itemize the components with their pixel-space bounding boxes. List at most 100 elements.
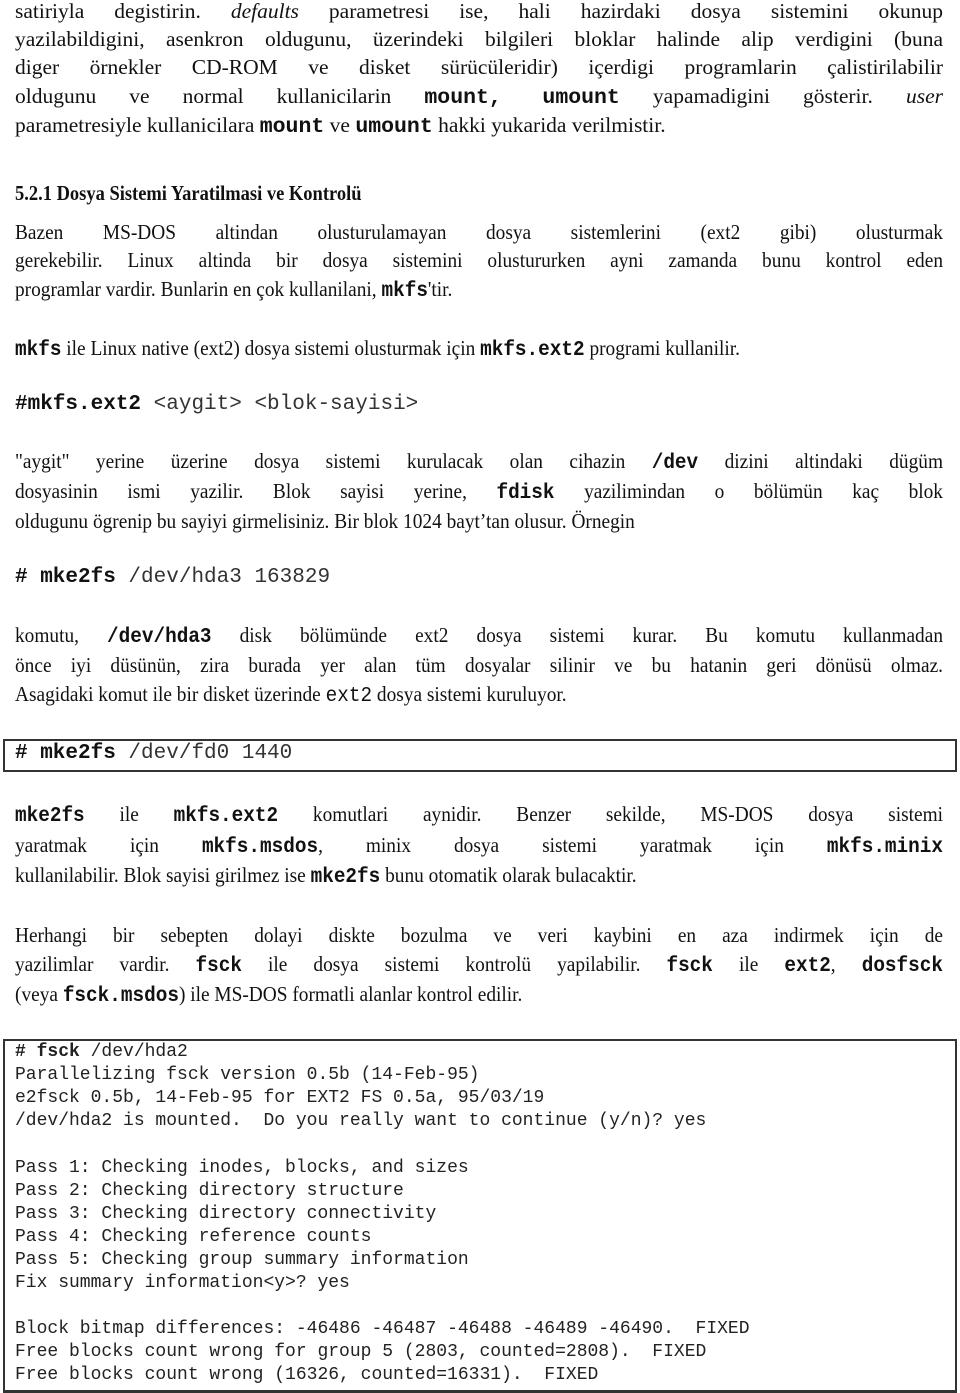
- code-text: mount: [259, 115, 325, 139]
- text-run: defaults: [230, 0, 299, 23]
- code-text: mkfs: [381, 279, 428, 303]
- text-run: Pass 3: Checking directory connectivity: [15, 1203, 437, 1224]
- text-run: hakki yukarida verilmistir.: [432, 113, 666, 137]
- code-text: mount, umount: [424, 86, 620, 110]
- code-text: fdisk: [496, 481, 555, 505]
- paragraph-line: Herhangi bir sebepten dolayi diskte bozu…: [15, 921, 943, 949]
- text-run: dosyasinin ismi yazilir. Blok sayisi yer…: [15, 479, 497, 503]
- text-run: /dev/hda2 is mounted. Do you really want…: [15, 1111, 707, 1132]
- paragraph-line: yazilabildigini, asenkron oldugunu, üzer…: [15, 25, 943, 53]
- text-run: Block bitmap differences: -46486 -46487 …: [15, 1319, 750, 1340]
- code-text: fsck.msdos: [62, 984, 179, 1008]
- code-text: mke2fs: [310, 865, 381, 889]
- text-run: ve: [324, 113, 356, 137]
- text-run: parametresiyle kullanicilara: [15, 113, 260, 137]
- command-line-line: # mke2fs /dev/fd0 1440: [15, 740, 292, 768]
- text-run: gerekebilir. Linux altinda bir dosya sis…: [15, 248, 943, 272]
- paragraph-line: (veya fsck.msdos) ile MS-DOS formatli al…: [15, 980, 943, 1010]
- terminal-line: Pass 5: Checking group summary informati…: [15, 1249, 469, 1272]
- text-run: bunu otomatik olarak bulacaktir.: [380, 863, 637, 887]
- text-run: # mke2fs: [15, 566, 116, 589]
- text-run: ile: [712, 952, 785, 976]
- terminal-line: Free blocks count wrong (16326, counted=…: [15, 1364, 598, 1387]
- terminal-line: Pass 3: Checking directory connectivity: [15, 1203, 436, 1226]
- paragraph-line: yazilimlar vardir. fsck ile dosya sistem…: [15, 950, 943, 980]
- terminal-line: Parallelizing fsck version 0.5b (14-Feb-…: [15, 1064, 479, 1087]
- text-run: yazilabildigini, asenkron oldugunu, üzer…: [15, 27, 943, 51]
- text-run: ile Linux native (ext2) dosya sistemi ol…: [61, 336, 481, 360]
- paragraph-line: Asagidaki komut ile bir disket üzerinde …: [15, 680, 943, 710]
- text-run: yapamadigini gösterir.: [619, 84, 906, 108]
- text-run: , minix dosya sistemi yaratmak için: [318, 833, 827, 857]
- text-run: Pass 5: Checking group summary informati…: [15, 1249, 469, 1270]
- paragraph-line: gerekebilir. Linux altinda bir dosya sis…: [15, 246, 943, 274]
- paragraph-line: oldugunu ve normal kullanicilarin mount,…: [15, 82, 943, 112]
- terminal-line: Block bitmap differences: -46486 -46487 …: [15, 1318, 750, 1341]
- paragraph-line: parametresiyle kullanicilara mount ve um…: [15, 111, 943, 141]
- text-run: (veya: [15, 982, 63, 1006]
- paragraph-line: komutu, /dev/hda3 disk bölümünde ext2 do…: [15, 621, 943, 651]
- paragraph-line: mke2fs ile mkfs.ext2 komutlari aynidir. …: [15, 800, 943, 830]
- text-run: programi kullanilir.: [584, 336, 740, 360]
- paragraph-line: önce iyi düsünün, zira burada yer alan t…: [15, 651, 943, 679]
- command-line-line: #mkfs.ext2 <aygit> <blok-sayisi>: [15, 391, 418, 419]
- paragraph-line: oldugunu ögrenip bu sayiyi girmelisiniz.…: [15, 507, 943, 535]
- text-run: ) ile MS-DOS formatli alanlar kontrol ed…: [178, 982, 523, 1006]
- text-run: ile dosya sistemi kontrolü yapilabilir.: [241, 952, 667, 976]
- code-text: dosfsck: [861, 954, 943, 978]
- paragraph-line: kullanilabilir. Blok sayisi girilmez ise…: [15, 861, 943, 891]
- text-run: yaratmak için: [15, 833, 202, 857]
- text-run: dizini altindaki dügüm: [698, 449, 943, 473]
- paragraph-line: dosyasinin ismi yazilir. Blok sayisi yer…: [15, 477, 943, 507]
- text-run: user: [905, 84, 943, 108]
- text-run: 'tir.: [427, 277, 453, 301]
- code-text: mkfs.ext2: [173, 804, 279, 828]
- text-run: yazilimlar vardir.: [15, 952, 196, 976]
- text-run: satiriyla degistirin.: [15, 0, 231, 23]
- code-text: ext2: [784, 954, 831, 978]
- code-text: fsck: [666, 954, 713, 978]
- code-text: mkfs.msdos: [201, 835, 319, 859]
- code-text: mkfs: [15, 338, 62, 362]
- code-text: fsck: [195, 954, 242, 978]
- text-run: diger örnekler CD-ROM ve disket sürücüle…: [15, 55, 943, 79]
- terminal-line: /dev/hda2 is mounted. Do you really want…: [15, 1110, 706, 1133]
- terminal-line: Pass 2: Checking directory structure: [15, 1180, 404, 1203]
- command-line-line: # mke2fs /dev/hda3 163829: [15, 564, 330, 592]
- text-run: Bazen MS-DOS altindan olusturulamayan do…: [15, 220, 943, 244]
- text-run: Fix summary information<y>? yes: [15, 1273, 350, 1293]
- text-run: oldugunu ögrenip bu sayiyi girmelisiniz.…: [15, 509, 635, 533]
- paragraph-line: diger örnekler CD-ROM ve disket sürücüle…: [15, 53, 943, 81]
- paragraph-line: satiriyla degistirin. defaults parametre…: [15, 0, 943, 25]
- text-run: programlar vardir. Bunlarin en çok kulla…: [15, 277, 382, 301]
- terminal-line: Pass 4: Checking reference counts: [15, 1226, 371, 1249]
- paragraph-line: programlar vardir. Bunlarin en çok kulla…: [15, 275, 943, 305]
- text-run: önce iyi düsünün, zira burada yer alan t…: [15, 653, 943, 677]
- paragraph-line: Bazen MS-DOS altindan olusturulamayan do…: [15, 218, 943, 246]
- text-run: /dev/hda3 163829: [115, 566, 331, 589]
- text-run: Free blocks count wrong (16326, counted=…: [15, 1365, 599, 1386]
- code-text: mkfs.minix: [826, 835, 943, 859]
- code-text: ext2: [325, 684, 373, 708]
- paragraph-line: mkfs ile Linux native (ext2) dosya siste…: [15, 334, 943, 364]
- code-text: umount: [355, 115, 433, 139]
- text-run: Pass 1: Checking inodes, blocks, and siz…: [15, 1157, 469, 1178]
- text-run: /dev/fd0 1440: [115, 742, 293, 765]
- text-run: Parallelizing fsck version 0.5b (14-Feb-…: [15, 1065, 480, 1086]
- text-run: ile: [84, 802, 174, 826]
- paragraph-line: yaratmak için mkfs.msdos, minix dosya si…: [15, 831, 943, 861]
- text-run: komutu,: [15, 623, 108, 647]
- text-run: komutlari aynidir. Benzer sekilde, MS-DO…: [278, 802, 943, 826]
- terminal-line: e2fsck 0.5b, 14-Feb-95 for EXT2 FS 0.5a,…: [15, 1087, 544, 1110]
- text-run: yazilimindan o bölümün kaç blok: [554, 479, 943, 503]
- text-run: "aygit" yerine üzerine dosya sistemi kur…: [15, 449, 652, 473]
- paragraph-line: "aygit" yerine üzerine dosya sistemi kur…: [15, 447, 943, 477]
- text-run: Herhangi bir sebepten dolayi diskte bozu…: [15, 923, 943, 947]
- text-run: kullanilabilir. Blok sayisi girilmez ise: [15, 863, 311, 887]
- text-run: disk bölümünde ext2 dosya sistemi kurar.…: [211, 623, 944, 647]
- text-run: <aygit> <blok-sayisi>: [141, 393, 419, 416]
- terminal-line: Free blocks count wrong for group 5 (280…: [15, 1341, 706, 1364]
- code-text: /dev: [651, 451, 699, 475]
- section-heading: 5.2.1 Dosya Sistemi Yaratilmasi ve Kontr…: [15, 181, 362, 205]
- code-text: mkfs.ext2: [480, 338, 585, 362]
